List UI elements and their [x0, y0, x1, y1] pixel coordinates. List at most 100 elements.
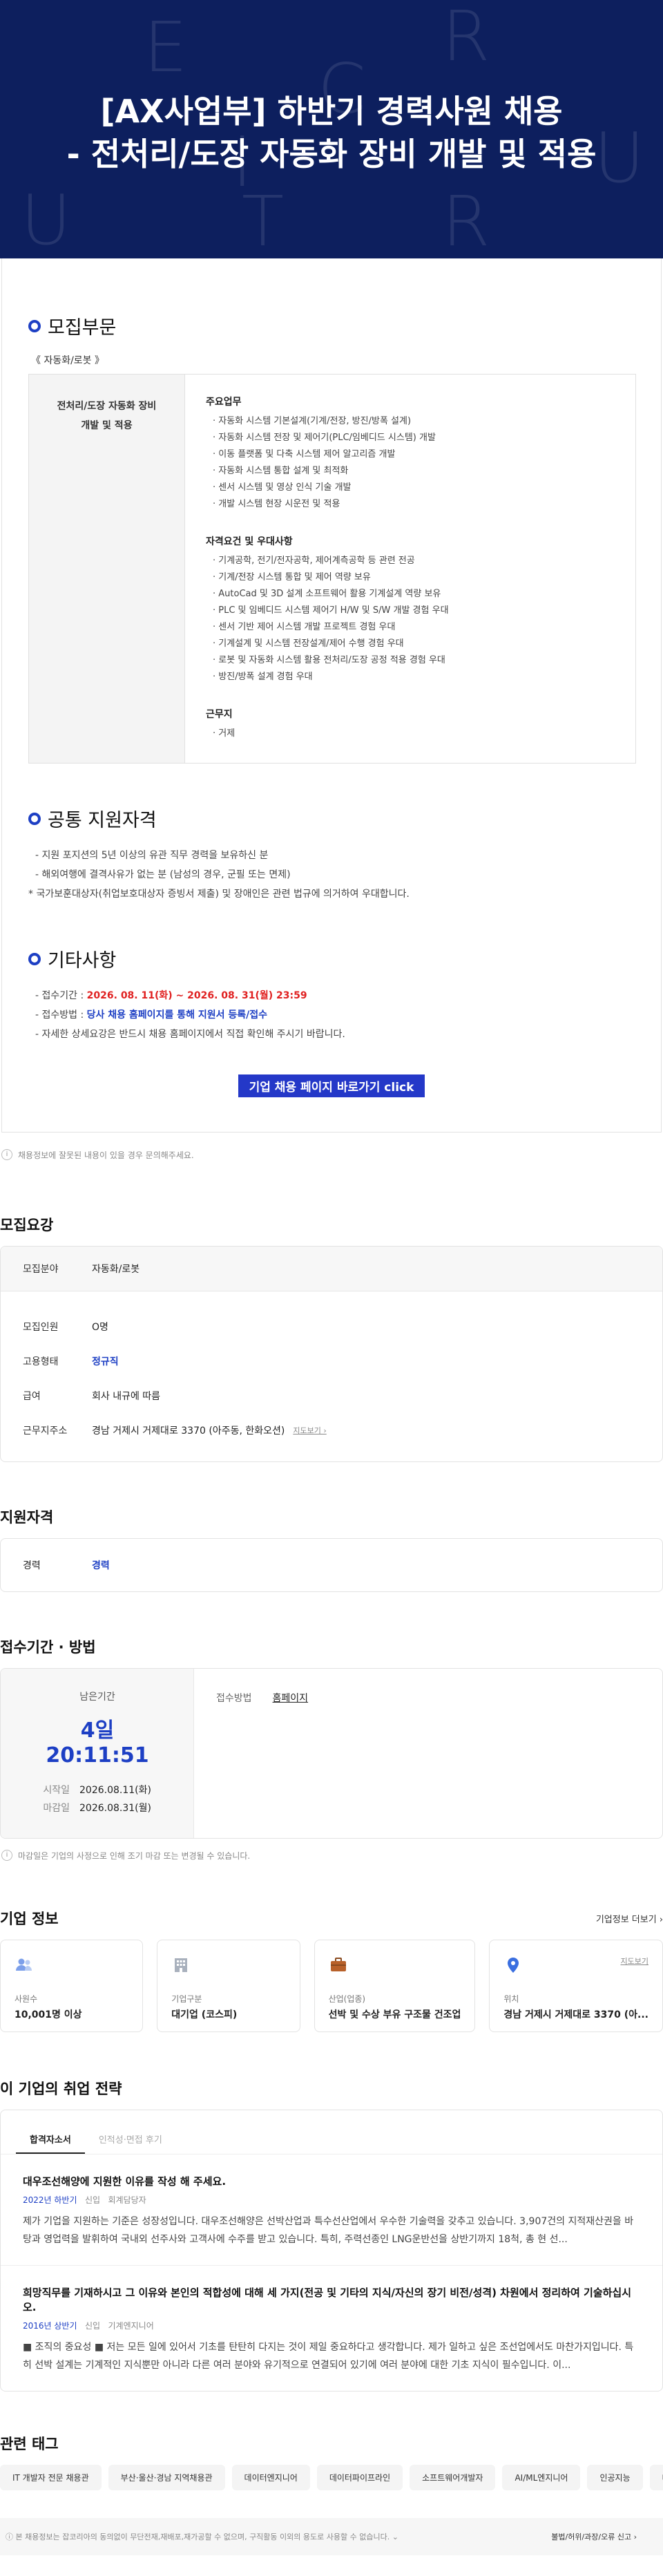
- tag-item[interactable]: 데이터파이프라인: [316, 2465, 403, 2490]
- summary-value: 경남 거제시 거제대로 3370 (아주동, 한화오션): [92, 1426, 285, 1437]
- countdown-timer: 4일 20:11:51: [46, 1718, 149, 1768]
- job-name-line2: 개발 및 적용: [81, 420, 133, 431]
- location-title: 근무지: [206, 709, 233, 720]
- end-date-value: 2026.08.31(월): [79, 1803, 151, 1814]
- common-qualifications: 지원 포지션의 5년 이상의 유관 직무 경력을 보유하신 분 해외여행에 결격…: [28, 846, 635, 904]
- footer-text: 본 채용정보는 잡코리아의 동의없이 무단전재,재배포,재가공할 수 없으며, …: [15, 2532, 390, 2541]
- summary-value: O명: [92, 1322, 108, 1333]
- summary-value: 자동화/로봇: [92, 1264, 140, 1275]
- section-header: 공통 지원자격: [28, 805, 635, 832]
- location-item: 거제: [206, 726, 615, 742]
- period-title: 접수기간 · 방법: [0, 1639, 96, 1656]
- company-title: 기업 정보: [0, 1911, 59, 1927]
- job-category: 《 자동화/로봇 》: [31, 355, 105, 366]
- etc-note: 자세한 상세요강은 반드시 채용 홈페이지에서 직접 확인해 주시기 바랍니다.: [35, 1025, 635, 1044]
- tag-item[interactable]: AI/ML엔지니어: [502, 2465, 581, 2490]
- strategy-job: 회계담당자: [108, 2195, 146, 2205]
- summary-value: 정규직: [92, 1356, 119, 1367]
- briefcase-icon: [330, 1958, 346, 1971]
- requirements-title: 자격요건 및 우대사항: [206, 536, 293, 547]
- requirement-item: 로봇 및 자동화 시스템 활용 전처리/도장 공정 적용 경험 우대: [206, 652, 615, 669]
- requirements-group: 자격요건 및 우대사항 기계공학, 전기/전자공학, 제어계측공학 등 관련 전…: [206, 533, 615, 685]
- apply-homepage-button[interactable]: 기업 채용 페이지 바로가기 click: [238, 1074, 425, 1097]
- qualification-key: 경력: [23, 1560, 41, 1571]
- job-name: 전처리/도장 자동화 장비 개발 및 적용: [29, 375, 185, 763]
- hero-bg-letter: R: [442, 181, 490, 258]
- tags-title: 관련 태그: [0, 2436, 59, 2452]
- tab-cover-letter[interactable]: 합격자소서: [16, 2125, 85, 2154]
- period-card: 남은기간 4일 20:11:51 시작일 2026.08.11(화) 마감일 2…: [0, 1668, 663, 1839]
- company-card-type: 기업구분 대기업 (코스피): [157, 1940, 300, 2032]
- chevron-down-icon[interactable]: ⌄: [392, 2532, 398, 2541]
- period-value: 2026. 08. 11(화) ~ 2026. 08. 31(월) 23:59: [86, 990, 307, 1001]
- strategy-card: 합격자소서 인적성·면접 후기 대우조선해양에 지원한 이유를 작성 해 주세요…: [0, 2110, 663, 2392]
- end-date-row: 마감일 2026.08.31(월): [35, 1799, 193, 1817]
- duty-item: 이동 플랫폼 및 다축 시스템 제어 알고리즘 개발: [206, 446, 615, 463]
- hero-bg-letter: U: [21, 180, 72, 258]
- countdown-panel: 남은기간 4일 20:11:51 시작일 2026.08.11(화) 마감일 2…: [1, 1669, 194, 1838]
- strategy-meta: 2022년 하반기 신입 회계담당자: [23, 2194, 640, 2206]
- period-line: 접수기간 : 2026. 08. 11(화) ~ 2026. 08. 31(월)…: [35, 986, 635, 1005]
- section-header: 모집부문: [28, 312, 635, 339]
- method-line: 접수방법 : 당사 채용 홈페이지를 통해 지원서 등록/접수: [35, 1005, 635, 1025]
- requirement-item: 센서 기반 제어 시스템 개발 프로젝트 경험 우대: [206, 619, 615, 636]
- hero-title-line2: - 전처리/도장 자동화 장비 개발 및 적용: [66, 135, 597, 173]
- company-card-value: 10,001명 이상: [15, 2009, 82, 2020]
- start-date-value: 2026.08.11(화): [79, 1785, 151, 1796]
- strategy-type: 신입: [84, 2321, 101, 2331]
- summary-row: 고용형태 정규직: [23, 1344, 640, 1379]
- company-card-value: 선박 및 수상 부유 구조물 건조업: [328, 2009, 461, 2020]
- ring-icon: [28, 952, 41, 965]
- tag-item[interactable]: 부산·울산·경남 지역채용관: [108, 2465, 225, 2490]
- info-icon: i: [1, 1149, 12, 1160]
- company-more-link[interactable]: 기업정보 더보기 ›: [596, 1912, 663, 1925]
- start-date-row: 시작일 2026.08.11(화): [35, 1781, 193, 1799]
- map-view-link[interactable]: 지도보기: [621, 1955, 648, 1967]
- requirement-item: PLC 및 임베디드 시스템 제어기 H/W 및 S/W 개발 경험 우대: [206, 603, 615, 619]
- tag-item[interactable]: 데: [649, 2465, 663, 2490]
- report-link[interactable]: 불법/허위/과장/오류 신고 ›: [551, 2531, 637, 2542]
- hero-bg-letter: T: [242, 181, 285, 258]
- job-posting-page: E R C U I T R U [AX사업부] 하반기 경력사원 채용 - 전처…: [0, 0, 663, 2576]
- period-label: 접수기간 :: [41, 990, 87, 1001]
- location-group: 근무지 거제: [206, 706, 615, 742]
- location-pin-icon: [508, 1958, 519, 1973]
- summary-row: 급여 회사 내규에 따름: [23, 1379, 640, 1413]
- summary-rows: 모집인원 O명 고용형태 정규직 급여 회사 내규에 따름 근무지주소 경남 거…: [1, 1291, 662, 1461]
- section-title: 기타사항: [48, 950, 117, 972]
- deadline-notice-text: 마감일은 기업의 사정으로 인해 조기 마감 또는 변경될 수 있습니다.: [18, 1850, 251, 1861]
- tag-item[interactable]: IT 개발자 전문 채용관: [0, 2465, 102, 2490]
- strategy-question: 희망직무를 기재하시고 그 이유와 본인의 적합성에 대해 세 가지(전공 및 …: [23, 2286, 632, 2313]
- company-card-location: 지도보기 위치 경남 거제시 거제대로 3370 (아...: [489, 1940, 663, 2032]
- tag-item[interactable]: 인공지능: [587, 2465, 643, 2490]
- common-item: 지원 포지션의 5년 이상의 유관 직무 경력을 보유하신 분: [35, 846, 635, 865]
- strategy-year: 2022년 하반기: [23, 2195, 77, 2205]
- duties-group: 주요업무 자동화 시스템 기본설계(기계/전장, 방진/방폭 설계) 자동화 시…: [206, 394, 615, 513]
- ring-icon: [28, 812, 41, 825]
- homepage-link[interactable]: 홈페이지: [273, 1691, 309, 1816]
- job-name-line1: 전처리/도장 자동화 장비: [57, 401, 157, 412]
- common-item: 해외여행에 결격사유가 없는 분 (남성의 경우, 군필 또는 면제): [35, 865, 635, 884]
- tag-item[interactable]: 소프트웨어개발자: [410, 2465, 496, 2490]
- strategy-item[interactable]: 희망직무를 기재하시고 그 이유와 본인의 적합성에 대해 세 가지(전공 및 …: [1, 2266, 662, 2391]
- company-card-value: 대기업 (코스피): [171, 2009, 238, 2020]
- summary-card: 모집분야 자동화/로봇 모집인원 O명 고용형태 정규직 급여 회사 내규에 따…: [0, 1246, 663, 1462]
- map-view-link[interactable]: 지도보기 ›: [293, 1425, 326, 1436]
- strategy-item[interactable]: 대우조선해양에 지원한 이유를 작성 해 주세요. 2022년 하반기 신입 회…: [1, 2154, 662, 2266]
- company-card-industry: 산업(업종) 선박 및 수상 부유 구조물 건조업: [314, 1940, 476, 2032]
- detail-content: 모집부문 《 자동화/로봇 》 전처리/도장 자동화 장비 개발 및 적용 주요…: [1, 258, 662, 1133]
- deadline-notice: i 마감일은 기업의 사정으로 인해 조기 마감 또는 변경될 수 있습니다.: [1, 1848, 663, 1862]
- summary-field-row: 모집분야 자동화/로봇: [1, 1247, 662, 1291]
- method-panel: 접수방법 홈페이지: [194, 1669, 330, 1838]
- qualification-card: 경력 경력: [0, 1538, 663, 1592]
- job-details: 주요업무 자동화 시스템 기본설계(기계/전장, 방진/방폭 설계) 자동화 시…: [185, 375, 635, 763]
- tag-item[interactable]: 데이터엔지니어: [231, 2465, 310, 2490]
- end-date-key: 마감일: [43, 1803, 70, 1814]
- company-card-key: 위치: [503, 1994, 519, 2004]
- report-notice-text[interactable]: 채용정보에 잘못된 내용이 있을 경우 문의해주세요.: [18, 1149, 194, 1161]
- duties-title: 주요업무: [206, 397, 242, 408]
- method-label: 접수방법 :: [41, 1010, 87, 1021]
- requirement-item: 기계공학, 전기/전자공학, 제어계측공학 등 관련 전공: [206, 553, 615, 569]
- tab-interview-review[interactable]: 인적성·면접 후기: [85, 2125, 176, 2154]
- tag-list: IT 개발자 전문 채용관 부산·울산·경남 지역채용관 데이터엔지니어 데이터…: [0, 2465, 663, 2490]
